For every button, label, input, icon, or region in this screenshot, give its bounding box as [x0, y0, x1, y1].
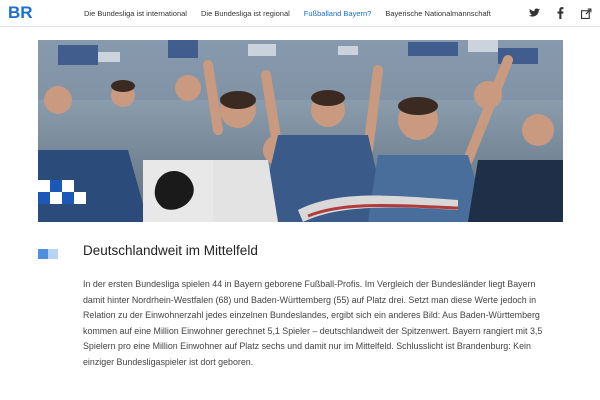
- section-marker-light: [48, 249, 58, 259]
- hero-image: [38, 40, 563, 222]
- section-heading: Deutschlandweit im Mittelfeld: [83, 243, 258, 258]
- section-marker: [38, 249, 59, 259]
- facebook-icon[interactable]: [554, 7, 566, 19]
- nav-item-international[interactable]: Die Bundesliga ist international: [84, 9, 187, 18]
- article-body: In der ersten Bundesliga spielen 44 in B…: [83, 279, 543, 367]
- nav-item-fussballland-bayern[interactable]: Fußballand Bayern?: [304, 9, 372, 18]
- nav-item-nationalmannschaft[interactable]: Bayerische Nationalmannschaft: [385, 9, 490, 18]
- section-marker-dark: [38, 249, 48, 259]
- share-icon[interactable]: [580, 7, 592, 19]
- social-links: [528, 0, 592, 26]
- br-logo[interactable]: BR: [8, 2, 32, 22]
- main-nav: Die Bundesliga ist international Die Bun…: [84, 0, 491, 26]
- twitter-icon[interactable]: [528, 7, 540, 19]
- fans-crowd-image: [38, 40, 563, 222]
- top-navigation-bar: BR Die Bundesliga ist international Die …: [0, 0, 600, 27]
- svg-text:BR: BR: [8, 3, 32, 22]
- nav-item-regional[interactable]: Die Bundesliga ist regional: [201, 9, 290, 18]
